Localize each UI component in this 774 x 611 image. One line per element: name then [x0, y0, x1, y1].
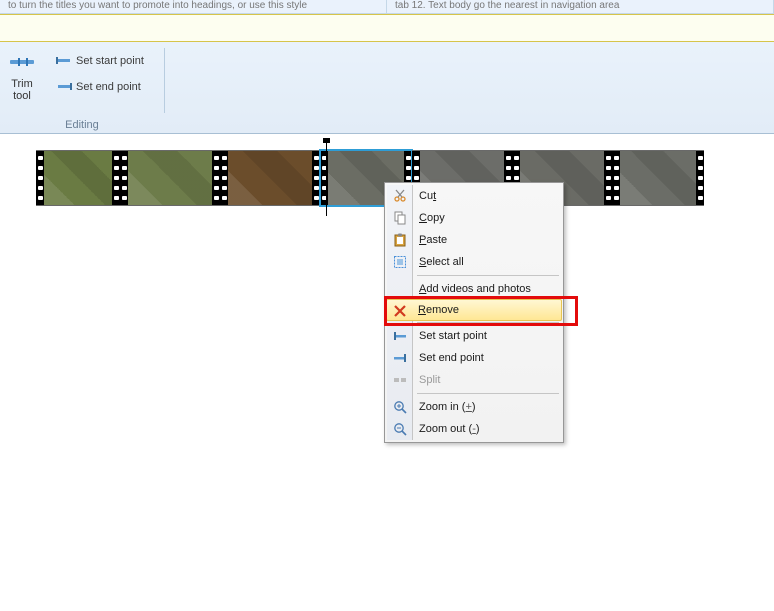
menu-item-select-all[interactable]: Select all: [387, 251, 561, 273]
split-icon: [391, 371, 409, 389]
ribbon-divider: [164, 48, 165, 113]
menu-separator: [417, 393, 559, 394]
timeline-clip[interactable]: [36, 150, 120, 206]
select-all-icon: [391, 253, 409, 271]
cut-icon: [391, 187, 409, 205]
menu-item-set-end-point[interactable]: Set end point: [387, 347, 561, 369]
copy-icon: [391, 209, 409, 227]
timeline-clip[interactable]: [612, 150, 704, 206]
menu-item-label: Copy: [419, 212, 445, 224]
menu-item-remove[interactable]: Remove: [386, 299, 562, 321]
menu-item-split: Split: [387, 369, 561, 391]
menu-item-label: Paste: [419, 234, 447, 246]
menu-item-label: Cut: [419, 190, 436, 202]
start-point-icon: [56, 54, 72, 68]
blurred-text-left: to turn the titles you want to promote i…: [0, 0, 387, 13]
menu-item-label: Select all: [419, 256, 464, 268]
end-point-icon: [56, 80, 72, 94]
menu-item-label: Set end point: [419, 352, 484, 364]
menu-item-label: Zoom out (-): [419, 423, 480, 435]
zoom-out-icon: [391, 420, 409, 438]
menu-item-label: Remove: [418, 304, 459, 316]
set-start-point-label: Set start point: [76, 55, 144, 67]
menu-item-set-start-point[interactable]: Set start point: [387, 325, 561, 347]
start-point-icon: [391, 327, 409, 345]
zoom-in-icon: [391, 398, 409, 416]
set-end-point-button[interactable]: Set end point: [50, 78, 150, 96]
menu-item-zoom-out[interactable]: Zoom out (-): [387, 418, 561, 440]
timeline-clip[interactable]: [220, 150, 320, 206]
menu-item-cut[interactable]: Cut: [387, 185, 561, 207]
blurred-text-right: tab 12. Text body go the nearest in navi…: [387, 0, 774, 13]
menu-item-label: Zoom in (+): [419, 401, 476, 413]
paste-icon: [391, 231, 409, 249]
playhead[interactable]: [326, 140, 327, 216]
top-tabs: to turn the titles you want to promote i…: [0, 0, 774, 14]
menu-item-zoom-in[interactable]: Zoom in (+): [387, 396, 561, 418]
end-point-icon: [391, 349, 409, 367]
set-end-point-label: Set end point: [76, 81, 141, 93]
menu-item-label: Set start point: [419, 330, 487, 342]
ruler-bar: [0, 14, 774, 42]
menu-item-copy[interactable]: Copy: [387, 207, 561, 229]
timeline-clip[interactable]: [120, 150, 220, 206]
context-menu: Cut Copy Paste Select all Add videos and pho…: [384, 182, 564, 443]
ribbon: Trim tool Set start point Set end point …: [0, 42, 774, 134]
set-start-point-button[interactable]: Set start point: [50, 52, 150, 70]
menu-item-label: Add videos and photos: [419, 283, 531, 295]
menu-item-paste[interactable]: Paste: [387, 229, 561, 251]
trim-tool-icon: [8, 48, 36, 76]
menu-separator: [417, 322, 559, 323]
trim-tool-label: Trim tool: [11, 78, 33, 102]
remove-icon: [391, 302, 409, 320]
menu-item-label: Split: [419, 374, 440, 386]
ribbon-group-label: Editing: [0, 119, 164, 131]
menu-separator: [417, 275, 559, 276]
menu-item-add-videos-and-photos[interactable]: Add videos and photos: [387, 278, 561, 300]
